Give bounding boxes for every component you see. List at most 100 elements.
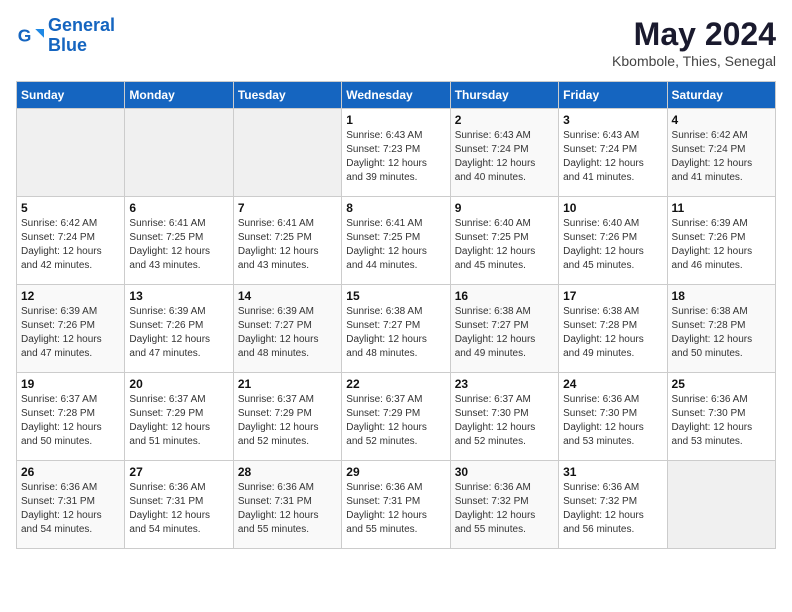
calendar-cell: 12Sunrise: 6:39 AMSunset: 7:26 PMDayligh… bbox=[17, 285, 125, 373]
day-info: Sunrise: 6:38 AMSunset: 7:27 PMDaylight:… bbox=[346, 305, 445, 361]
calendar-cell: 2 Sunrise: 6:43 AMSunset: 7:24 PMDaylight… bbox=[450, 109, 558, 197]
day-number: 27 bbox=[129, 465, 228, 479]
day-number: 20 bbox=[129, 377, 228, 391]
calendar-cell: 3Sunrise: 6:43 AMSunset: 7:24 PMDaylight… bbox=[559, 109, 667, 197]
calendar-cell: 23 Sunrise: 6:37 AMSunset: 7:30 PMDayligh… bbox=[450, 373, 558, 461]
calendar-cell: 31 Sunrise: 6:36 AMSunset: 7:32 PMDayligh… bbox=[559, 461, 667, 549]
day-info: Sunrise: 6:36 AMSunset: 7:32 PMDaylight:… bbox=[455, 481, 554, 537]
calendar-cell: 5 Sunrise: 6:42 AMSunset: 7:24 PMDaylight… bbox=[17, 197, 125, 285]
calendar-cell: 20 Sunrise: 6:37 AMSunset: 7:29 PMDayligh… bbox=[125, 373, 233, 461]
day-number: 4 bbox=[672, 113, 771, 127]
day-info: Sunrise: 6:37 AMSunset: 7:29 PMDaylight:… bbox=[346, 393, 445, 449]
header-row: SundayMondayTuesdayWednesdayThursdayFrid… bbox=[17, 82, 776, 109]
day-number: 29 bbox=[346, 465, 445, 479]
day-number: 19 bbox=[21, 377, 120, 391]
day-number: 26 bbox=[21, 465, 120, 479]
day-info: Sunrise: 6:41 AMSunset: 7:25 PMDaylight:… bbox=[129, 217, 228, 273]
day-number: 1 bbox=[346, 113, 445, 127]
day-number: 21 bbox=[238, 377, 337, 391]
day-info: Sunrise: 6:39 AMSunset: 7:26 PMDaylight:… bbox=[672, 217, 771, 273]
calendar-week-2: 5 Sunrise: 6:42 AMSunset: 7:24 PMDaylight… bbox=[17, 197, 776, 285]
day-number: 14 bbox=[238, 289, 337, 303]
calendar-cell: 11 Sunrise: 6:39 AMSunset: 7:26 PMDayligh… bbox=[667, 197, 775, 285]
day-info: Sunrise: 6:38 AMSunset: 7:27 PMDaylight:… bbox=[455, 305, 554, 361]
svg-text:G: G bbox=[18, 25, 32, 45]
day-info: Sunrise: 6:36 AMSunset: 7:30 PMDaylight:… bbox=[563, 393, 662, 449]
calendar-cell: 29 Sunrise: 6:36 AMSunset: 7:31 PMDayligh… bbox=[342, 461, 450, 549]
day-number: 28 bbox=[238, 465, 337, 479]
calendar-cell: 26Sunrise: 6:36 AMSunset: 7:31 PMDayligh… bbox=[17, 461, 125, 549]
calendar-cell: 30Sunrise: 6:36 AMSunset: 7:32 PMDayligh… bbox=[450, 461, 558, 549]
day-info: Sunrise: 6:39 AMSunset: 7:26 PMDaylight:… bbox=[129, 305, 228, 361]
day-info: Sunrise: 6:36 AMSunset: 7:31 PMDaylight:… bbox=[346, 481, 445, 537]
day-info: Sunrise: 6:42 AMSunset: 7:24 PMDaylight:… bbox=[21, 217, 120, 273]
day-number: 7 bbox=[238, 201, 337, 215]
header-cell-wednesday: Wednesday bbox=[342, 82, 450, 109]
calendar-cell: 8Sunrise: 6:41 AMSunset: 7:25 PMDaylight… bbox=[342, 197, 450, 285]
day-info: Sunrise: 6:36 AMSunset: 7:31 PMDaylight:… bbox=[129, 481, 228, 537]
header-cell-saturday: Saturday bbox=[667, 82, 775, 109]
header-cell-friday: Friday bbox=[559, 82, 667, 109]
calendar-cell: 18 Sunrise: 6:38 AMSunset: 7:28 PMDayligh… bbox=[667, 285, 775, 373]
calendar-cell: 9 Sunrise: 6:40 AMSunset: 7:25 PMDaylight… bbox=[450, 197, 558, 285]
day-info: Sunrise: 6:36 AMSunset: 7:32 PMDaylight:… bbox=[563, 481, 662, 537]
day-info: Sunrise: 6:40 AMSunset: 7:26 PMDaylight:… bbox=[563, 217, 662, 273]
calendar-cell: 13 Sunrise: 6:39 AMSunset: 7:26 PMDayligh… bbox=[125, 285, 233, 373]
day-number: 12 bbox=[21, 289, 120, 303]
header-cell-thursday: Thursday bbox=[450, 82, 558, 109]
day-info: Sunrise: 6:41 AMSunset: 7:25 PMDaylight:… bbox=[238, 217, 337, 273]
page-header: G General Blue May 2024 Kbombole, Thies,… bbox=[16, 16, 776, 69]
calendar-cell: 14 Sunrise: 6:39 AMSunset: 7:27 PMDayligh… bbox=[233, 285, 341, 373]
day-info: Sunrise: 6:37 AMSunset: 7:29 PMDaylight:… bbox=[129, 393, 228, 449]
day-info: Sunrise: 6:37 AMSunset: 7:30 PMDaylight:… bbox=[455, 393, 554, 449]
day-info: Sunrise: 6:42 AMSunset: 7:24 PMDaylight:… bbox=[672, 129, 771, 185]
logo-line2: Blue bbox=[48, 35, 87, 55]
logo-text: General Blue bbox=[48, 16, 115, 56]
day-info: Sunrise: 6:43 AMSunset: 7:24 PMDaylight:… bbox=[455, 129, 554, 185]
calendar-cell: 21Sunrise: 6:37 AMSunset: 7:29 PMDayligh… bbox=[233, 373, 341, 461]
calendar-cell: 1 Sunrise: 6:43 AMSunset: 7:23 PMDaylight… bbox=[342, 109, 450, 197]
day-info: Sunrise: 6:36 AMSunset: 7:31 PMDaylight:… bbox=[238, 481, 337, 537]
calendar-cell: 27 Sunrise: 6:36 AMSunset: 7:31 PMDayligh… bbox=[125, 461, 233, 549]
day-number: 16 bbox=[455, 289, 554, 303]
header-cell-tuesday: Tuesday bbox=[233, 82, 341, 109]
calendar-cell: 10Sunrise: 6:40 AMSunset: 7:26 PMDayligh… bbox=[559, 197, 667, 285]
calendar-cell: 25Sunrise: 6:36 AMSunset: 7:30 PMDayligh… bbox=[667, 373, 775, 461]
calendar-cell: 16 Sunrise: 6:38 AMSunset: 7:27 PMDayligh… bbox=[450, 285, 558, 373]
day-info: Sunrise: 6:41 AMSunset: 7:25 PMDaylight:… bbox=[346, 217, 445, 273]
logo-icon: G bbox=[16, 22, 44, 50]
calendar-week-5: 26 Sunrise: 6:36 AMSunset: 7:31 PMDayligh… bbox=[17, 461, 776, 549]
day-number: 23 bbox=[455, 377, 554, 391]
calendar-week-4: 19Sunrise: 6:37 AMSunset: 7:28 PMDayligh… bbox=[17, 373, 776, 461]
day-info: Sunrise: 6:38 AMSunset: 7:28 PMDaylight:… bbox=[672, 305, 771, 361]
calendar-cell bbox=[233, 109, 341, 197]
day-number: 18 bbox=[672, 289, 771, 303]
calendar-cell: 28 Sunrise: 6:36 AMSunset: 7:31 PMDayligh… bbox=[233, 461, 341, 549]
day-number: 11 bbox=[672, 201, 771, 215]
logo-line1: General bbox=[48, 15, 115, 35]
day-number: 2 bbox=[455, 113, 554, 127]
title-block: May 2024 Kbombole, Thies, Senegal bbox=[612, 16, 776, 69]
calendar-subtitle: Kbombole, Thies, Senegal bbox=[612, 53, 776, 69]
calendar-title: May 2024 bbox=[612, 16, 776, 53]
calendar-week-1: 1 Sunrise: 6:43 AMSunset: 7:23 PMDaylight… bbox=[17, 109, 776, 197]
calendar-cell: 6Sunrise: 6:41 AMSunset: 7:25 PMDaylight… bbox=[125, 197, 233, 285]
day-number: 9 bbox=[455, 201, 554, 215]
day-info: Sunrise: 6:39 AMSunset: 7:27 PMDaylight:… bbox=[238, 305, 337, 361]
calendar-week-3: 12 Sunrise: 6:39 AMSunset: 7:26 PMDayligh… bbox=[17, 285, 776, 373]
day-number: 22 bbox=[346, 377, 445, 391]
calendar-cell: 19Sunrise: 6:37 AMSunset: 7:28 PMDayligh… bbox=[17, 373, 125, 461]
calendar-cell bbox=[667, 461, 775, 549]
day-info: Sunrise: 6:43 AMSunset: 7:23 PMDaylight:… bbox=[346, 129, 445, 185]
day-info: Sunrise: 6:43 AMSunset: 7:24 PMDaylight:… bbox=[563, 129, 662, 185]
calendar-cell: 22 Sunrise: 6:37 AMSunset: 7:29 PMDayligh… bbox=[342, 373, 450, 461]
calendar-table: SundayMondayTuesdayWednesdayThursdayFrid… bbox=[16, 81, 776, 549]
day-number: 13 bbox=[129, 289, 228, 303]
calendar-cell: 15Sunrise: 6:38 AMSunset: 7:27 PMDayligh… bbox=[342, 285, 450, 373]
day-number: 5 bbox=[21, 201, 120, 215]
day-info: Sunrise: 6:38 AMSunset: 7:28 PMDaylight:… bbox=[563, 305, 662, 361]
day-info: Sunrise: 6:40 AMSunset: 7:25 PMDaylight:… bbox=[455, 217, 554, 273]
day-number: 31 bbox=[563, 465, 662, 479]
day-number: 24 bbox=[563, 377, 662, 391]
day-number: 25 bbox=[672, 377, 771, 391]
